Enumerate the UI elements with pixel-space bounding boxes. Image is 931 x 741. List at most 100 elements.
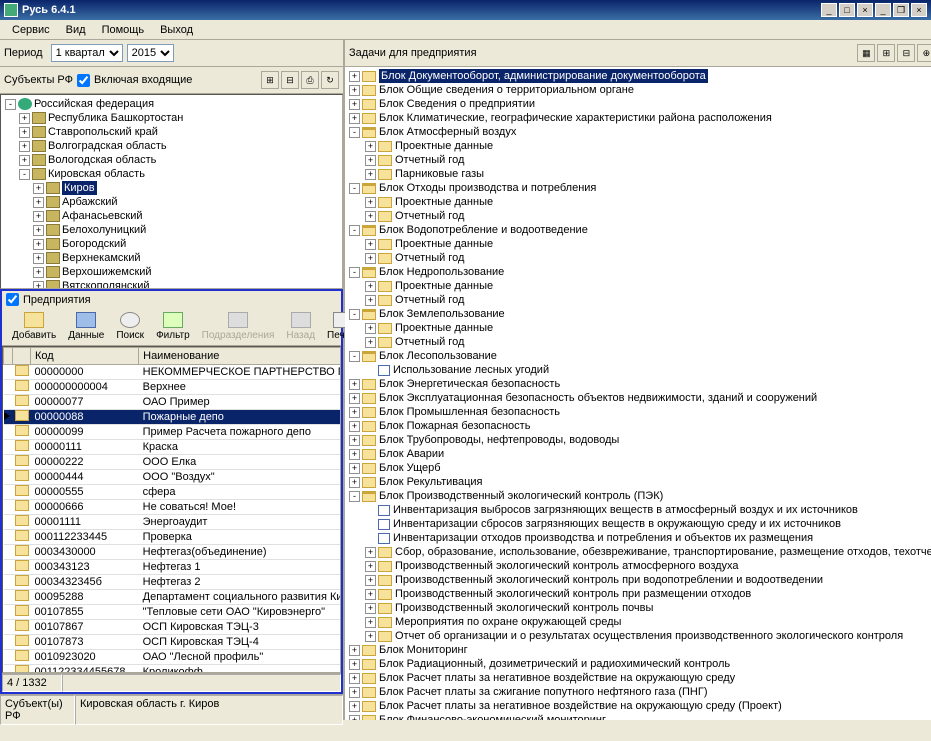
expand-icon[interactable]: +	[365, 281, 376, 292]
toolbar-add-button[interactable]: Добавить	[6, 310, 62, 343]
task-node[interactable]: +Блок Климатические, географические хара…	[347, 111, 931, 125]
task-node[interactable]: Инвентаризация выбросов загрязняющих вещ…	[347, 503, 931, 517]
expand-icon[interactable]: +	[365, 211, 376, 222]
table-row[interactable]: 0003430000Нефтегаз(объединение)	[4, 545, 342, 560]
expand-icon[interactable]: +	[365, 253, 376, 264]
table-row[interactable]: 00000555сфера	[4, 485, 342, 500]
region-node[interactable]: +Республика Башкортостан	[3, 111, 340, 125]
expand-icon[interactable]: +	[349, 421, 360, 432]
region-node[interactable]: +Вологодская область	[3, 153, 340, 167]
tree-expand-icon[interactable]: ⊞	[261, 71, 279, 89]
task-node[interactable]: Инвентаризации отходов производства и по…	[347, 531, 931, 545]
expand-icon[interactable]: +	[349, 701, 360, 712]
task-node[interactable]: +Блок Энергетическая безопасность	[347, 377, 931, 391]
region-node[interactable]: +Волгоградская область	[3, 139, 340, 153]
task-node[interactable]: +Производственный экологический контроль…	[347, 587, 931, 601]
expand-icon[interactable]: -	[349, 225, 360, 236]
expand-icon[interactable]: +	[19, 155, 30, 166]
expand-icon[interactable]: -	[349, 183, 360, 194]
expand-icon[interactable]: +	[349, 449, 360, 460]
task-node[interactable]: Инвентаризации сбросов загрязняющих веще…	[347, 517, 931, 531]
expand-icon[interactable]: +	[365, 603, 376, 614]
expand-icon[interactable]: +	[365, 547, 376, 558]
region-node[interactable]: +Афанасьевский	[3, 209, 340, 223]
period-year-select[interactable]: 2015	[127, 44, 174, 62]
expand-icon[interactable]: +	[33, 197, 44, 208]
task-node[interactable]: +Блок Трубопроводы, нефтепроводы, водово…	[347, 433, 931, 447]
mdi-minimize-button[interactable]: _	[875, 3, 891, 17]
expand-icon[interactable]: +	[33, 253, 44, 264]
task-node[interactable]: +Отчетный год	[347, 153, 931, 167]
expand-icon[interactable]: -	[349, 351, 360, 362]
tasks-collapse-icon[interactable]: ⊟	[897, 44, 915, 62]
include-incoming-checkbox[interactable]	[77, 74, 90, 87]
task-node[interactable]: +Блок Общие сведения о территориальном о…	[347, 83, 931, 97]
expand-icon[interactable]: +	[365, 169, 376, 180]
menu-service[interactable]: Сервис	[4, 22, 58, 38]
table-row[interactable]: 000112233445Проверка	[4, 530, 342, 545]
expand-icon[interactable]: +	[365, 617, 376, 628]
task-node[interactable]: +Блок Промышленная безопасность	[347, 405, 931, 419]
task-node[interactable]: -Блок Недропользование	[347, 265, 931, 279]
period-quarter-select[interactable]: 1 квартал	[51, 44, 123, 62]
maximize-button[interactable]: □	[839, 3, 855, 17]
table-row[interactable]: 00001111Энергоаудит	[4, 515, 342, 530]
table-row[interactable]: 000000000004Верхнее	[4, 380, 342, 395]
expand-icon[interactable]: +	[349, 687, 360, 698]
region-node[interactable]: +Арбажский	[3, 195, 340, 209]
expand-icon[interactable]: +	[349, 407, 360, 418]
task-node[interactable]: +Блок Радиационный, дозиметрический и ра…	[347, 657, 931, 671]
expand-icon[interactable]: +	[349, 477, 360, 488]
table-row[interactable]: 00107873ОСП Кировская ТЭЦ-4	[4, 635, 342, 650]
expand-icon[interactable]: +	[365, 575, 376, 586]
region-node[interactable]: +Верхошижемский	[3, 265, 340, 279]
expand-icon[interactable]: +	[349, 85, 360, 96]
expand-icon[interactable]: -	[349, 309, 360, 320]
table-row[interactable]: 00000666Не соваться! Мое!	[4, 500, 342, 515]
task-node[interactable]: -Блок Отходы производства и потребления	[347, 181, 931, 195]
enterprises-checkbox[interactable]	[6, 293, 19, 306]
expand-icon[interactable]: +	[33, 211, 44, 222]
task-node[interactable]: -Блок Лесопользование	[347, 349, 931, 363]
tree-print-icon[interactable]: ⎙	[301, 71, 319, 89]
tasks-view-icon[interactable]: ▦	[857, 44, 875, 62]
task-node[interactable]: +Проектные данные	[347, 195, 931, 209]
menu-view[interactable]: Вид	[58, 22, 94, 38]
task-node[interactable]: +Отчетный год	[347, 209, 931, 223]
tree-refresh-icon[interactable]: ↻	[321, 71, 339, 89]
table-row[interactable]: 0010923020ОАО "Лесной профиль"	[4, 650, 342, 665]
task-node[interactable]: +Отчет об организации и о результатах ос…	[347, 629, 931, 643]
toolbar-data-button[interactable]: Данные	[62, 310, 110, 343]
task-node[interactable]: +Блок Пожарная безопасность	[347, 419, 931, 433]
region-node[interactable]: +Киров	[3, 181, 340, 195]
task-node[interactable]: +Блок Финансово-экономический мониторинг	[347, 713, 931, 720]
regions-tree[interactable]: -Российская федерация+Республика Башкорт…	[0, 94, 343, 289]
task-node[interactable]: +Блок Сведения о предприятии	[347, 97, 931, 111]
table-row[interactable]: 00000222ООО Елка	[4, 455, 342, 470]
expand-icon[interactable]: +	[33, 225, 44, 236]
task-node[interactable]: +Проектные данные	[347, 139, 931, 153]
mdi-close-button[interactable]: ×	[911, 3, 927, 17]
expand-icon[interactable]: +	[33, 239, 44, 250]
toolbar-filter-button[interactable]: Фильтр	[150, 310, 196, 343]
expand-icon[interactable]: +	[365, 323, 376, 334]
task-node[interactable]: -Блок Землепользование	[347, 307, 931, 321]
table-row[interactable]: 00000000НЕКОММЕРЧЕСКОЕ ПАРТНЕРСТВО ГРАЖД…	[4, 365, 342, 380]
table-row[interactable]: 00000099Пример Расчета пожарного депо	[4, 425, 342, 440]
region-node[interactable]: +Богородский	[3, 237, 340, 251]
tasks-tree[interactable]: +Блок Документооборот, администрирование…	[345, 67, 931, 720]
task-node[interactable]: +Проектные данные	[347, 321, 931, 335]
task-node[interactable]: +Блок Расчет платы за негативное воздейс…	[347, 699, 931, 713]
table-row[interactable]: 0003432345бНефтегаз 2	[4, 575, 342, 590]
table-row[interactable]: 00107855"Тепловые сети ОАО "Кировэнерго"	[4, 605, 342, 620]
col-name[interactable]: Наименование	[139, 348, 341, 365]
menu-exit[interactable]: Выход	[152, 22, 201, 38]
expand-icon[interactable]: -	[349, 127, 360, 138]
table-row[interactable]: 00095288Департамент социального развития…	[4, 590, 342, 605]
expand-icon[interactable]: +	[365, 589, 376, 600]
task-node[interactable]: +Блок Расчет платы за сжигание попутного…	[347, 685, 931, 699]
expand-icon[interactable]: +	[19, 141, 30, 152]
task-node[interactable]: +Производственный экологический контроль…	[347, 559, 931, 573]
task-node[interactable]: -Блок Атмосферный воздух	[347, 125, 931, 139]
task-node[interactable]: +Блок Аварии	[347, 447, 931, 461]
